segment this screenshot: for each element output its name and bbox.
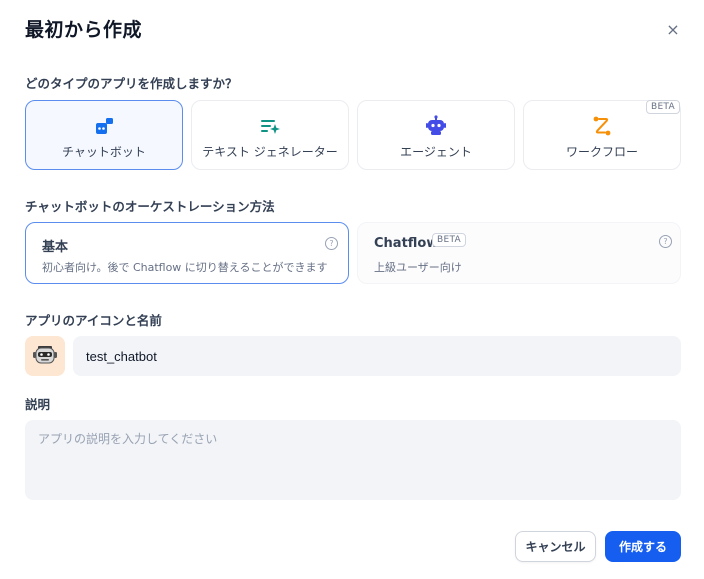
beta-badge: BETA [645, 100, 680, 114]
type-option-agent[interactable]: エージェント [357, 100, 515, 170]
mode-title: 基本 [42, 240, 69, 255]
type-option-workflow[interactable]: ワークフロー BETA [523, 100, 681, 170]
mode-description: 初心者向け。後で Chatflow に切り替えることができます [42, 261, 328, 274]
agent-robot-icon [426, 115, 446, 135]
orchestration-option-basic[interactable]: 基本 ? 初心者向け。後で Chatflow に切り替えることができます [25, 222, 349, 284]
help-circle-icon[interactable]: ? [325, 237, 338, 250]
type-option-label: エージェント [400, 145, 472, 159]
type-option-label: テキスト ジェネレーター [202, 145, 338, 159]
text-generator-icon [261, 120, 280, 134]
description-textarea[interactable] [25, 420, 681, 500]
description-label: 説明 [25, 397, 51, 412]
type-option-text-generator[interactable]: テキスト ジェネレーター [191, 100, 349, 170]
cancel-button[interactable]: キャンセル [515, 531, 596, 562]
beta-badge: BETA [432, 233, 467, 247]
type-option-label: チャットボット [62, 145, 146, 159]
help-circle-icon[interactable]: ? [659, 235, 672, 248]
robot-face-icon [33, 346, 57, 364]
orchestration-option-chatflow[interactable]: Chatflow BETA ? 上級ユーザー向け [357, 222, 681, 284]
mode-title: Chatflow [374, 236, 439, 251]
app-name-input[interactable] [73, 336, 681, 376]
icon-name-label: アプリのアイコンと名前 [25, 313, 162, 328]
app-type-label: どのタイプのアプリを作成しますか？ [25, 76, 238, 91]
dialog-title: 最初から作成 [25, 19, 143, 41]
workflow-icon [593, 116, 611, 136]
create-button[interactable]: 作成する [605, 531, 681, 562]
type-option-label: ワークフロー [565, 145, 638, 159]
orchestration-label: チャットボットのオーケストレーション方法 [25, 199, 275, 214]
close-icon[interactable]: × [663, 20, 683, 40]
mode-description: 上級ユーザー向け [374, 261, 462, 274]
type-option-chatbot[interactable]: チャットボット [25, 100, 183, 170]
app-avatar[interactable] [25, 336, 65, 376]
chatbot-icon [96, 118, 113, 134]
